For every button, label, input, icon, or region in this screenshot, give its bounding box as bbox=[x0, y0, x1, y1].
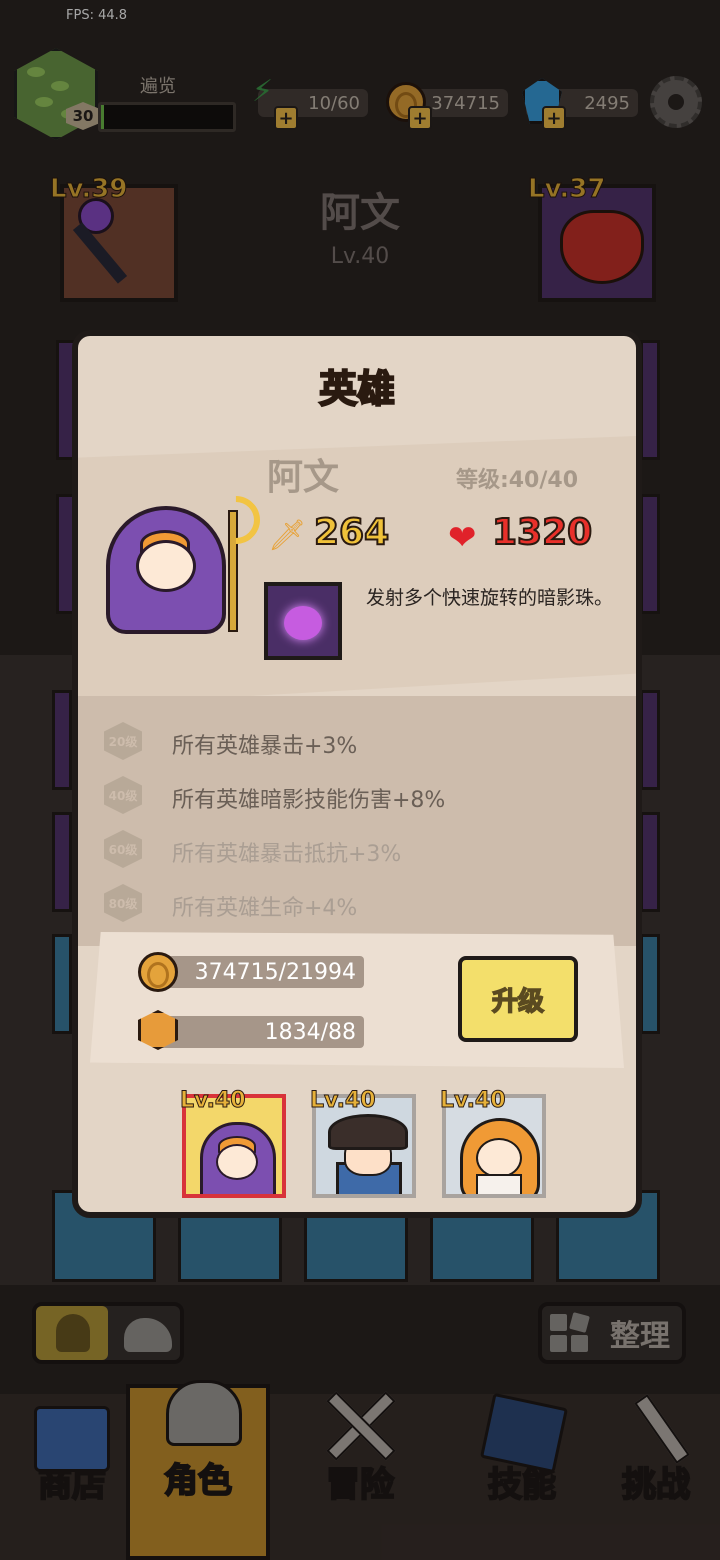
nav-character-label: 角色 bbox=[163, 1460, 233, 1502]
upgrade-button[interactable]: 升级 bbox=[458, 956, 578, 1042]
inventory-item[interactable] bbox=[52, 812, 72, 912]
bonus-text: 所有英雄暴击+3% bbox=[172, 734, 358, 759]
nav-adventure[interactable]: 冒险 bbox=[288, 1391, 432, 1560]
weapon-level-label: Lv.39 bbox=[49, 174, 128, 205]
right-slot-card[interactable] bbox=[640, 340, 660, 460]
hero-card-level: Lv.40 bbox=[310, 1088, 377, 1114]
add-gold-button[interactable]: + bbox=[408, 106, 432, 130]
add-energy-button[interactable]: + bbox=[274, 106, 298, 130]
nav-skills[interactable]: 技能 bbox=[450, 1392, 594, 1560]
gold-cost-value: 374715/21994 bbox=[194, 959, 356, 985]
hero-portrait bbox=[96, 486, 270, 646]
sword-icon: 🗡 bbox=[268, 518, 307, 553]
player-name: 遍览 bbox=[140, 76, 176, 97]
bottom-nav: 商店 角色 冒险 技能 挑战 bbox=[0, 1380, 720, 1560]
sort-label: 整理 bbox=[610, 1319, 670, 1354]
shadow-orb-skill-icon[interactable] bbox=[264, 582, 342, 660]
hero-level: 等级:40/40 bbox=[455, 468, 579, 493]
fps-counter: FPS: 44.8 bbox=[66, 8, 128, 23]
hero-name: 阿文 bbox=[266, 457, 339, 498]
helmet-level-label: Lv.37 bbox=[527, 174, 606, 205]
inventory-item[interactable] bbox=[640, 690, 660, 790]
player-xp-fill bbox=[101, 105, 104, 129]
background-hero-level: Lv.40 bbox=[330, 244, 390, 269]
grid-icon bbox=[550, 1312, 590, 1352]
inventory-item[interactable] bbox=[52, 690, 72, 790]
helmet-icon bbox=[166, 1380, 242, 1446]
bonus-text: 所有英雄暗影技能伤害+8% bbox=[172, 788, 446, 813]
helmet-filter-icon[interactable] bbox=[36, 1306, 108, 1360]
energy-value: 10/60 bbox=[308, 92, 360, 114]
nav-challenge[interactable]: 挑战 bbox=[592, 1394, 720, 1560]
nav-character[interactable]: 角色 bbox=[126, 1380, 270, 1560]
coin-icon bbox=[138, 952, 178, 992]
attack-value: 264 bbox=[313, 511, 390, 554]
inventory-item[interactable] bbox=[52, 934, 72, 1034]
nav-shop[interactable]: 商店 bbox=[0, 1394, 144, 1560]
challenge-sword-icon bbox=[624, 1394, 694, 1464]
gem-value: 2495 bbox=[584, 92, 630, 114]
inventory-item[interactable] bbox=[640, 812, 660, 912]
shop-icon bbox=[34, 1406, 110, 1472]
medal-cost-bar: 1834/88 bbox=[154, 1016, 364, 1048]
add-gems-button[interactable]: + bbox=[542, 106, 566, 130]
right-slot-card[interactable] bbox=[640, 494, 660, 614]
background-hero-name: 阿文 bbox=[320, 190, 400, 236]
mask-icon bbox=[560, 210, 644, 284]
bonus-text: 所有英雄暴击抵抗+3% bbox=[172, 842, 402, 867]
nav-challenge-label: 挑战 bbox=[621, 1464, 691, 1506]
medal-cost-value: 1834/88 bbox=[264, 1019, 356, 1045]
modal-title: 英雄 bbox=[318, 366, 396, 412]
upgrade-label: 升级 bbox=[491, 986, 545, 1018]
crossed-swords-icon bbox=[324, 1391, 396, 1461]
gold-cost-bar: 374715/21994 bbox=[154, 956, 364, 988]
inventory-item[interactable] bbox=[640, 934, 660, 1034]
hero-modal: 英雄 阿文 等级:40/40 🗡 264 ❤ 1320 发射多个快速旋转的暗影珠… bbox=[72, 330, 642, 1218]
hp-value: 1320 bbox=[491, 511, 593, 554]
bonus-text: 所有英雄生命+4% bbox=[172, 896, 358, 921]
skill-description: 发射多个快速旋转的暗影珠。 bbox=[366, 587, 614, 609]
hero-card-level: Lv.40 bbox=[180, 1088, 247, 1114]
heart-icon: ❤ bbox=[448, 518, 477, 558]
nav-adventure-label: 冒险 bbox=[325, 1464, 395, 1506]
lightning-icon: ⚡ bbox=[252, 74, 274, 109]
settings-gear-icon[interactable] bbox=[650, 76, 702, 128]
gold-value: 374715 bbox=[431, 92, 500, 114]
hero-card-level: Lv.40 bbox=[440, 1088, 507, 1114]
player-xp-bar bbox=[98, 102, 236, 132]
